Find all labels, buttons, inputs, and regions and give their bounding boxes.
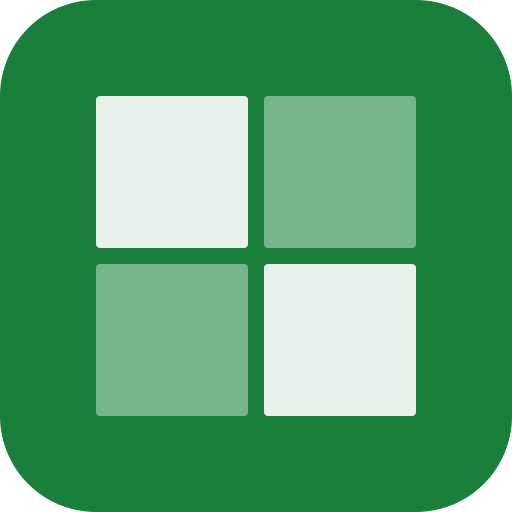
tile-bottom-right-icon bbox=[264, 264, 416, 416]
tile-top-left-icon bbox=[96, 96, 248, 248]
grid-app-icon[interactable] bbox=[0, 0, 512, 512]
tile-top-right-icon bbox=[264, 96, 416, 248]
tile-bottom-left-icon bbox=[96, 264, 248, 416]
